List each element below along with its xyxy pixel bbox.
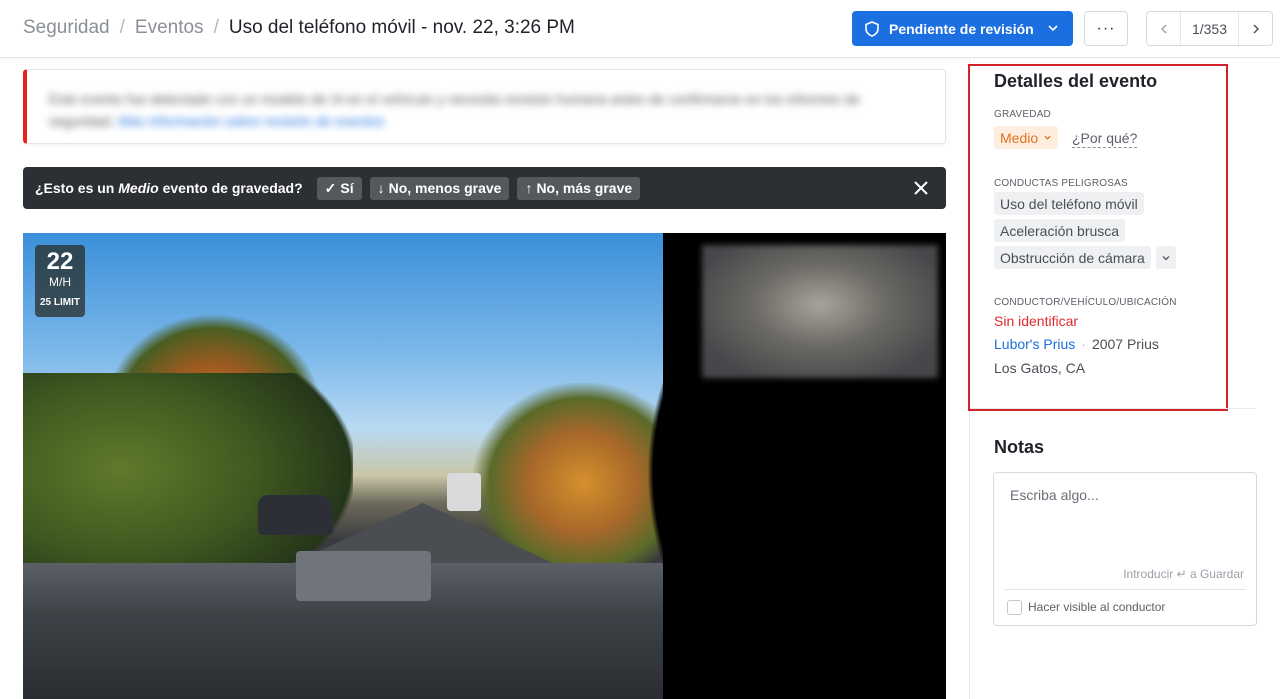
breadcrumb: Seguridad / Eventos / Uso del teléfono m… — [23, 17, 575, 39]
close-icon[interactable] — [912, 179, 930, 197]
vehicle-info: Lubor's Prius · 2007 Prius — [994, 336, 1159, 352]
less-severe-label: No, menos grave — [388, 180, 502, 196]
notes-divider — [1004, 589, 1246, 590]
shield-icon — [865, 20, 879, 37]
arrow-up-icon: ↑ — [525, 180, 533, 196]
notes-save-hint: Introducir ↵ a Guardar — [1123, 567, 1244, 581]
question-prefix: ¿Esto es un — [35, 180, 115, 196]
expand-behaviors-button[interactable] — [1156, 246, 1176, 269]
driver-unassigned[interactable]: Sin identificar — [994, 313, 1078, 329]
driver-camera-inset[interactable] — [702, 245, 938, 378]
page-title: Uso del teléfono móvil - nov. 22, 3:26 P… — [228, 17, 575, 38]
event-pager: 1/353 — [1146, 11, 1273, 46]
severity-value: Medio — [1000, 129, 1039, 146]
dashcam-video[interactable]: 22 M/H 25 LIMIT — [23, 233, 946, 699]
more-severe-button[interactable]: ↑ No, más grave — [517, 176, 641, 200]
why-link[interactable]: ¿Por qué? — [1072, 129, 1138, 148]
top-header: Seguridad / Eventos / Uso del teléfono m… — [0, 0, 1280, 58]
speed-unit: M/H — [49, 275, 71, 289]
event-details-title: Detalles del evento — [994, 71, 1158, 91]
chevron-down-icon — [1162, 255, 1170, 260]
behavior-tag: Obstrucción de cámara — [994, 246, 1151, 269]
vehicle-link[interactable]: Lubor's Prius — [994, 336, 1075, 352]
severity-question: ¿Esto es un Medio evento de gravedad? — [35, 180, 303, 196]
review-status-label: Pendiente de revisión — [889, 20, 1034, 37]
more-severe-label: No, más grave — [536, 180, 633, 196]
visible-to-driver-label[interactable]: Hacer visible al conductor — [1028, 600, 1165, 614]
severity-dropdown[interactable]: Medio — [994, 126, 1059, 149]
breadcrumb-separator: / — [213, 17, 219, 38]
video-dash-mount — [296, 551, 431, 601]
yes-label: Sí — [340, 180, 354, 196]
video-car — [447, 473, 481, 511]
behaviors-label: CONDUCTAS PELIGROSAS — [994, 178, 1128, 189]
banner-link[interactable]: Más información sobre revisión de evento… — [118, 113, 384, 129]
section-divider — [970, 408, 1256, 409]
chevron-down-icon — [1048, 25, 1058, 32]
notes-input[interactable]: Escriba algo... Introducir ↵ a Guardar H… — [993, 472, 1257, 626]
notes-title: Notas — [994, 437, 1045, 457]
confirm-yes-button[interactable]: ✓ Sí — [316, 176, 362, 200]
speed-overlay: 22 M/H 25 LIMIT — [35, 245, 85, 317]
breadcrumb-separator: / — [119, 17, 125, 38]
separator-dot: · — [1081, 336, 1086, 352]
previous-event-button[interactable] — [1147, 12, 1180, 45]
arrow-down-icon: ↓ — [377, 180, 385, 196]
speed-value: 22 — [46, 248, 74, 275]
vehicle-model: 2007 Prius — [1091, 336, 1159, 352]
severity-label: GRAVEDAD — [994, 109, 1051, 120]
check-icon: ✓ — [324, 179, 337, 196]
info-banner: Este evento fue detectado con un modelo … — [23, 69, 946, 144]
chevron-down-icon — [1044, 135, 1051, 140]
chevron-left-icon — [1160, 23, 1167, 34]
banner-text: Este evento fue detectado con un modelo … — [49, 88, 909, 132]
breadcrumb-eventos[interactable]: Eventos — [135, 17, 204, 39]
question-suffix: evento de gravedad? — [162, 180, 303, 196]
more-options-button[interactable]: ··· — [1084, 11, 1128, 46]
less-severe-button[interactable]: ↓ No, menos grave — [369, 176, 510, 200]
behavior-tag: Uso del teléfono móvil — [994, 192, 1144, 215]
severity-feedback-bar: ¿Esto es un Medio evento de gravedad? ✓ … — [23, 167, 946, 209]
pager-count: 1/353 — [1180, 12, 1239, 45]
next-event-button[interactable] — [1239, 12, 1272, 45]
breadcrumb-seguridad[interactable]: Seguridad — [23, 17, 110, 39]
notes-placeholder: Escriba algo... — [1010, 487, 1099, 503]
visible-to-driver-checkbox[interactable] — [1007, 600, 1022, 615]
video-car — [258, 495, 333, 535]
event-location: Los Gatos, CA — [994, 360, 1086, 376]
chevron-right-icon — [1252, 23, 1259, 34]
review-status-button[interactable]: Pendiente de revisión — [852, 11, 1073, 46]
speed-limit: 25 LIMIT — [39, 297, 80, 308]
driver-vehicle-location-label: CONDUCTOR/VEHÍCULO/UBICACIÓN — [994, 297, 1177, 308]
behavior-tag: Aceleración brusca — [994, 219, 1126, 242]
question-severity: Medio — [118, 180, 159, 196]
